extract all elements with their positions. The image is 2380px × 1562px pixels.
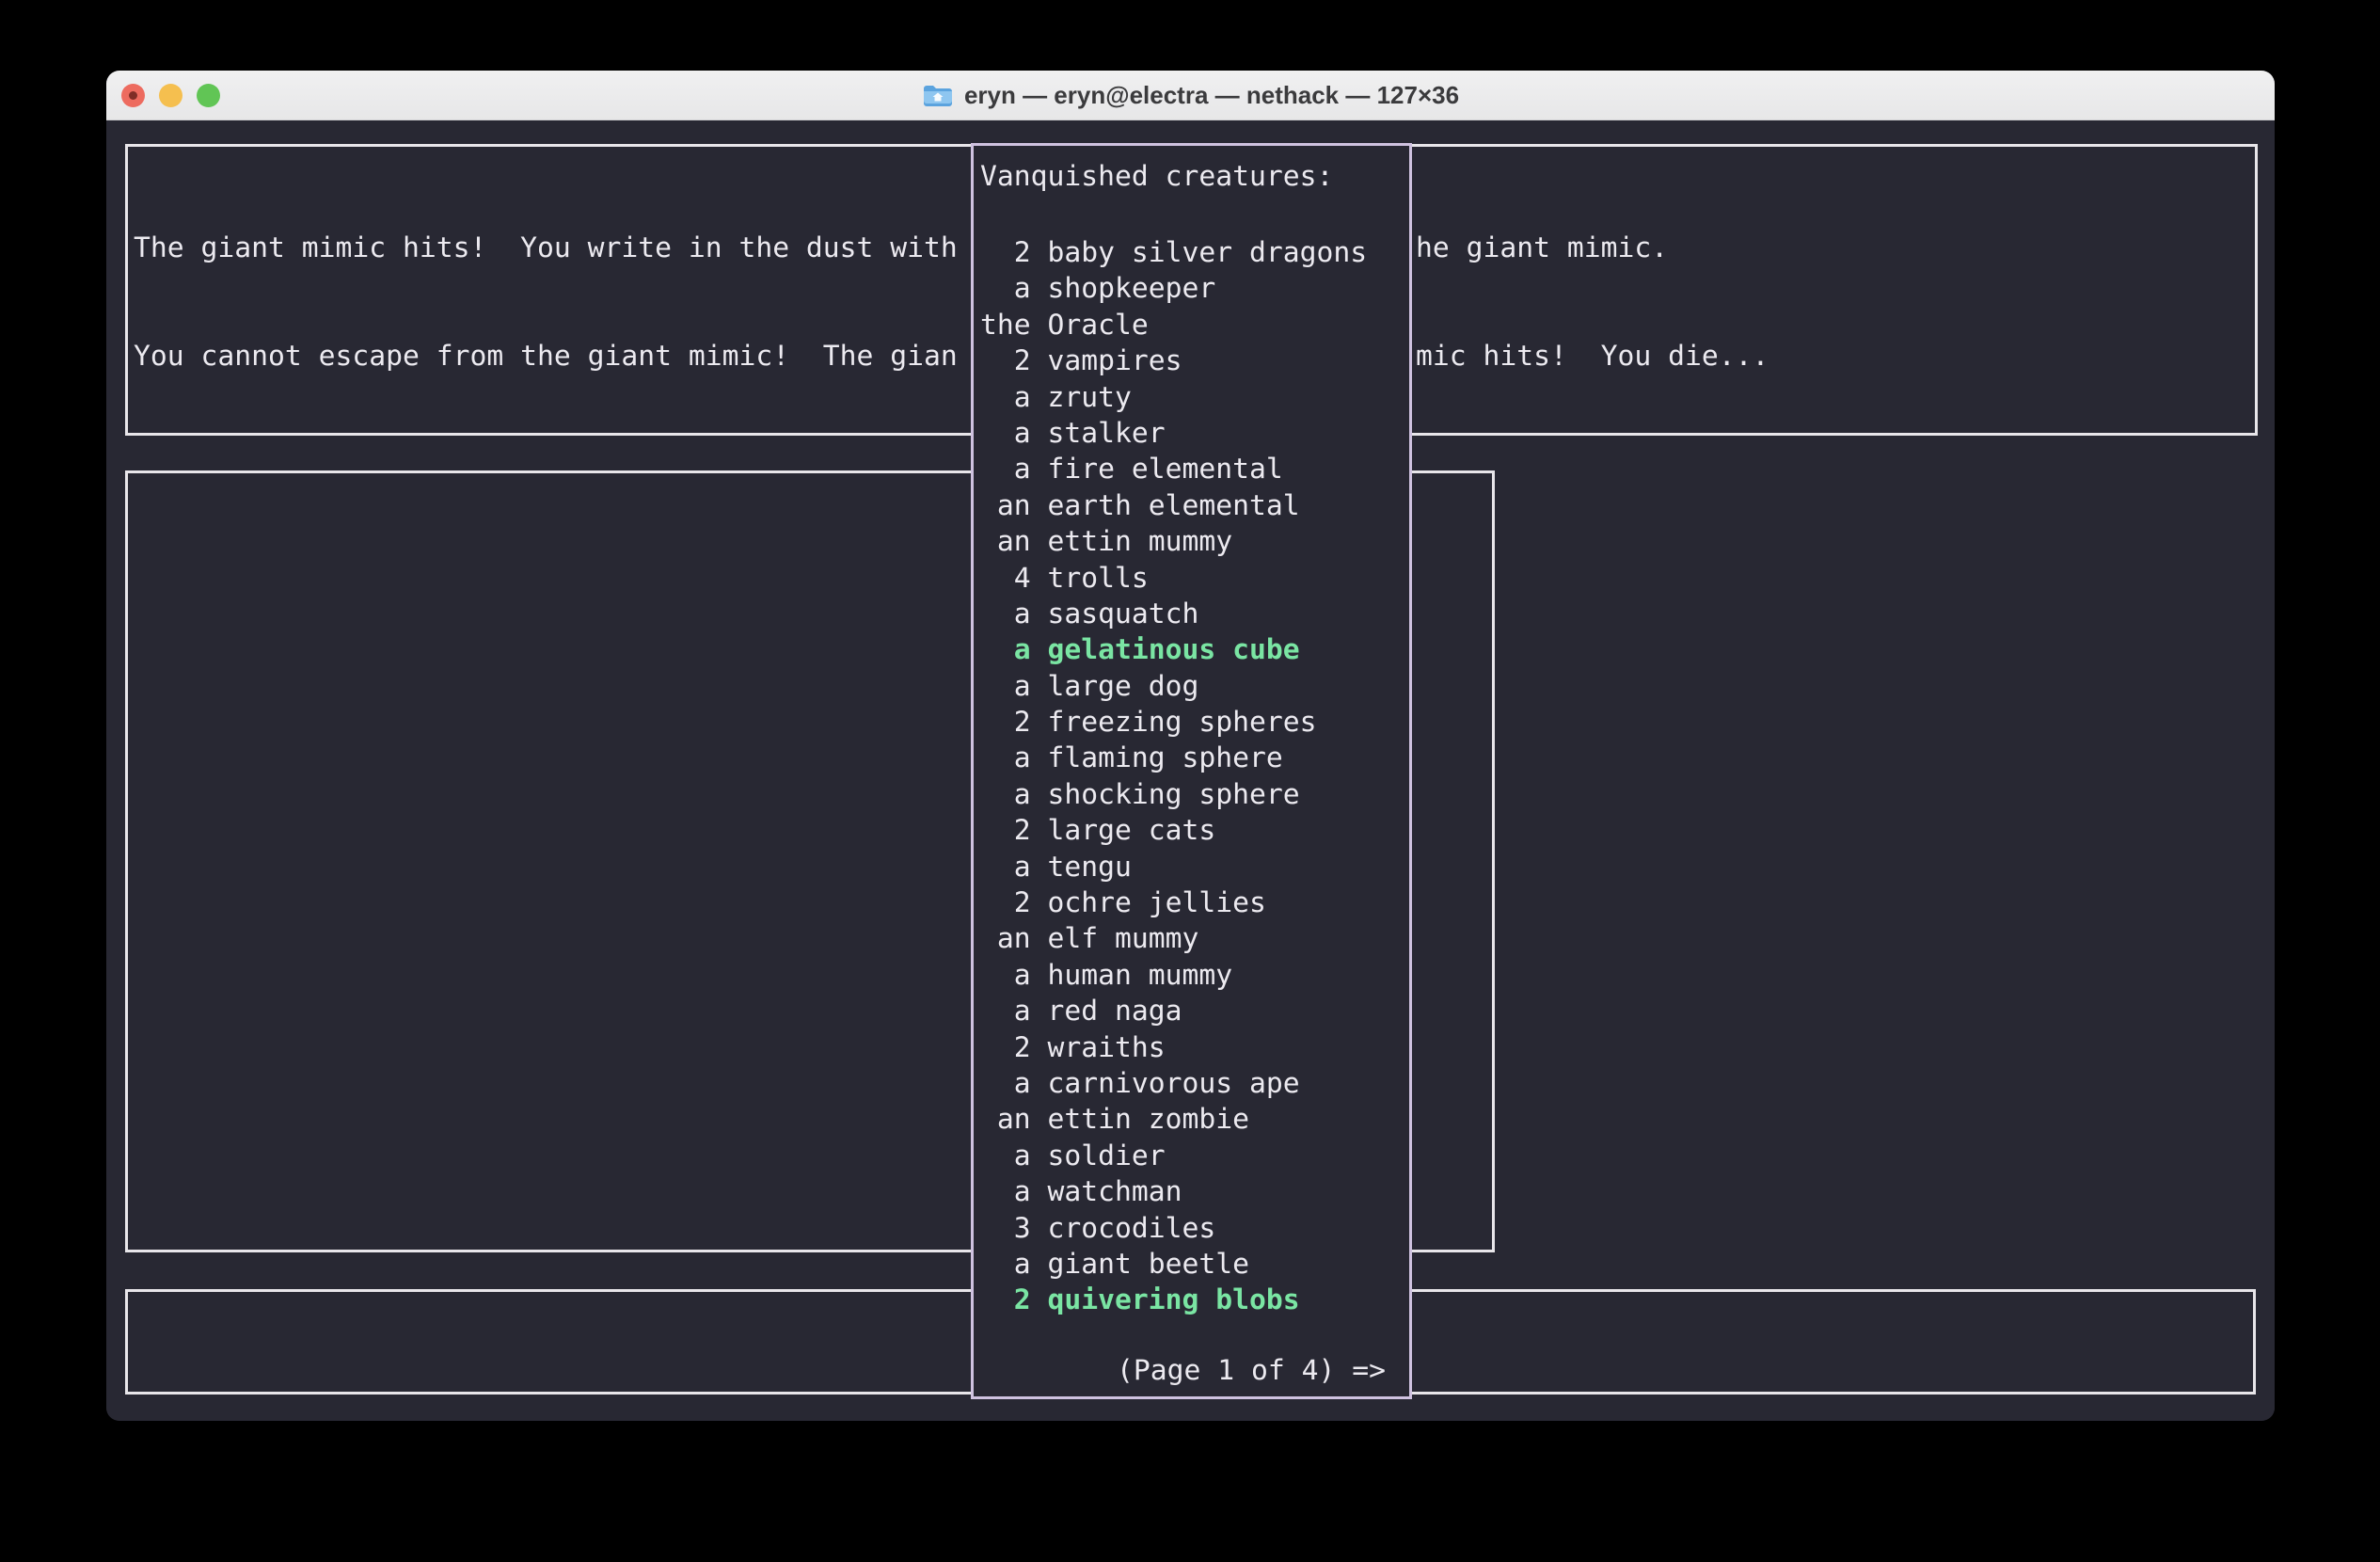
title-area: eryn — eryn@electra — nethack — 127×36 [106,71,2275,120]
message-line: he giant mimic. [1416,231,1769,266]
menu-item: a sasquatch [980,597,1367,632]
menu-item: 2 ochre jellies [980,885,1367,921]
menu-item: the Oracle [980,308,1367,343]
menu-item: 2 baby silver dragons [980,235,1367,271]
menu-item: a tengu [980,850,1367,885]
menu-item: an earth elemental [980,488,1367,524]
folder-icon [922,82,954,108]
menu-item: a large dog [980,669,1367,705]
menu-item: 2 large cats [980,813,1367,849]
menu-item: 2 wraiths [980,1030,1367,1066]
menu-item: a shocking sphere [980,777,1367,813]
menu-item: a watchman [980,1174,1367,1210]
menu-item: a fire elemental [980,452,1367,487]
titlebar: eryn — eryn@electra — nethack — 127×36 [106,71,2275,120]
menu-item: an ettin zombie [980,1102,1367,1138]
terminal-window: eryn — eryn@electra — nethack — 127×36 T… [106,71,2275,1421]
menu-item: a zruty [980,380,1367,416]
window-title: eryn — eryn@electra — nethack — 127×36 [964,81,1459,110]
menu-item: a giant beetle [980,1247,1367,1283]
terminal-screen[interactable]: The giant mimic hits! You write in the d… [106,120,2275,1421]
message-line: The giant mimic hits! You write in the d… [134,231,958,266]
menu-item: an ettin mummy [980,524,1367,560]
message-text-right: he giant mimic. mic hits! You die... [1416,158,1769,447]
menu-title: Vanquished creatures: [980,159,1333,195]
message-line: mic hits! You die... [1416,339,1769,375]
menu-item: a carnivorous ape [980,1066,1367,1102]
menu-item: a flaming sphere [980,741,1367,776]
menu-item: a soldier [980,1139,1367,1174]
menu-item: a red naga [980,994,1367,1029]
menu-page-indicator: (Page 1 of 4) => [1117,1353,1386,1389]
menu-item: 3 crocodiles [980,1211,1367,1247]
vanquished-creatures-menu: Vanquished creatures: 2 baby silver drag… [971,143,1412,1399]
message-text-left: The giant mimic hits! You write in the d… [134,158,958,447]
menu-item: a stalker [980,416,1367,452]
menu-item: an elf mummy [980,921,1367,957]
menu-item: 4 trolls [980,561,1367,597]
menu-item: 2 vampires [980,343,1367,379]
menu-item: a gelatinous cube [980,632,1367,668]
menu-item: a shopkeeper [980,271,1367,307]
menu-item: a human mummy [980,958,1367,994]
menu-item: 2 quivering blobs [980,1283,1367,1318]
message-line: You cannot escape from the giant mimic! … [134,339,958,375]
menu-item-list: 2 baby silver dragons a shopkeeperthe Or… [980,235,1367,1319]
menu-item: 2 freezing spheres [980,705,1367,741]
